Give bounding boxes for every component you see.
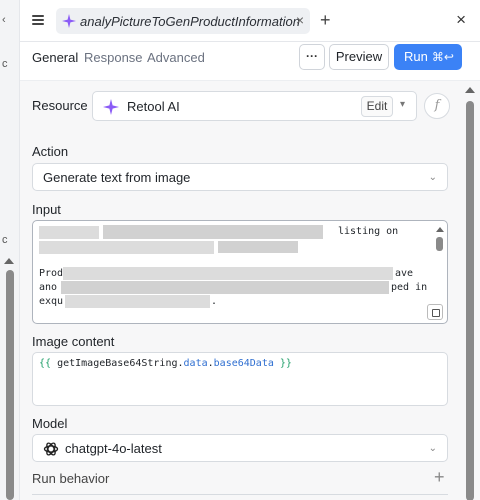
redacted-text (39, 241, 214, 254)
sparkle-icon (62, 14, 76, 28)
add-run-behavior-icon[interactable]: + (434, 467, 445, 488)
scroll-up-arrow-icon[interactable] (465, 87, 475, 93)
scroll-up-arrow-icon[interactable] (4, 258, 14, 264)
run-button[interactable]: Run ⌘↩ (394, 44, 462, 70)
input-text-line: ano (39, 282, 58, 293)
resource-selector[interactable]: Retool AI Edit ▾ (92, 91, 417, 121)
code-brace: {{ (39, 358, 52, 369)
close-tab-icon[interactable]: × (296, 12, 304, 28)
input-text-line: Prod (39, 268, 64, 279)
redacted-text (63, 267, 393, 280)
redacted-text (218, 241, 298, 253)
tab-general[interactable]: General (32, 50, 78, 65)
section-divider (32, 494, 448, 495)
run-button-label: Run (404, 49, 428, 64)
left-panel-scrollbar[interactable] (6, 270, 14, 500)
tab-label: analyPictureToGenProductInformation (80, 13, 300, 29)
action-label: Action (32, 144, 69, 159)
code-variable: getImageBase64String (57, 358, 178, 369)
more-options-button[interactable]: ··· (299, 44, 325, 70)
chevron-down-icon[interactable]: ▾ (400, 99, 405, 110)
resource-label: Resource (32, 98, 88, 113)
redacted-text (61, 281, 389, 294)
scroll-up-arrow-icon[interactable] (436, 227, 444, 232)
image-content-label: Image content (32, 334, 115, 349)
editor-body: Resource Retool AI Edit ▾ f Action Gener… (20, 80, 480, 500)
action-select[interactable]: Generate text from image ⌄ (32, 163, 448, 191)
run-shortcut: ⌘↩ (431, 50, 454, 64)
query-titlebar: analyPictureToGenProductInformation × + … (20, 0, 480, 42)
redacted-text (103, 225, 323, 239)
model-select[interactable]: chatgpt-4o-latest ⌄ (32, 434, 448, 462)
code-property: data (183, 358, 208, 369)
edit-resource-button[interactable]: Edit (361, 96, 393, 117)
expand-editor-icon[interactable] (427, 304, 443, 320)
input-textarea[interactable]: listing on Prod ave ano ped in exqu . (32, 220, 448, 324)
new-tab-icon[interactable]: + (320, 10, 331, 30)
editor-subtabs: General Response Advanced ··· Preview Ru… (20, 42, 480, 76)
code-brace: }} (279, 358, 292, 369)
preview-button[interactable]: Preview (329, 44, 389, 70)
input-text-line: exqu (39, 296, 64, 307)
close-panel-icon[interactable]: × (456, 11, 466, 29)
left-panel-glyph: c (2, 234, 8, 246)
left-panel-glyph: ‹ (2, 14, 6, 26)
editor-scrollbar[interactable] (466, 101, 474, 500)
left-panel-glyph: c (2, 58, 8, 70)
tab-advanced[interactable]: Advanced (147, 50, 205, 65)
run-behavior-label: Run behavior (32, 471, 110, 486)
action-value: Generate text from image (43, 170, 191, 185)
retool-ai-icon (103, 99, 119, 115)
image-content-code: {{ getImageBase64String.data.base64Data … (39, 358, 292, 369)
input-text-line: listing on (338, 226, 399, 237)
model-label: Model (32, 416, 68, 431)
tab-response[interactable]: Response (84, 50, 143, 65)
redacted-text (65, 295, 210, 308)
input-text-line: ped in (391, 282, 428, 293)
input-label: Input (32, 202, 61, 217)
resource-name: Retool AI (127, 99, 180, 114)
fx-toggle-button[interactable]: f (424, 93, 450, 119)
chevron-down-icon: ⌄ (428, 172, 437, 183)
input-text-line: . (211, 296, 218, 307)
code-property: base64Data (213, 358, 274, 369)
input-scrollbar[interactable] (436, 237, 443, 251)
chevron-down-icon: ⌄ (428, 443, 437, 454)
image-content-editor[interactable]: {{ getImageBase64String.data.base64Data … (32, 352, 448, 406)
left-adjacent-panel: ‹ c c (0, 0, 20, 500)
input-text-line: ave (395, 268, 414, 279)
redacted-text (39, 226, 99, 239)
tab-query[interactable]: analyPictureToGenProductInformation × (56, 8, 310, 34)
query-editor-panel: analyPictureToGenProductInformation × + … (20, 0, 480, 500)
menu-icon[interactable] (32, 15, 44, 25)
model-value: chatgpt-4o-latest (65, 441, 162, 456)
openai-icon (43, 442, 59, 456)
